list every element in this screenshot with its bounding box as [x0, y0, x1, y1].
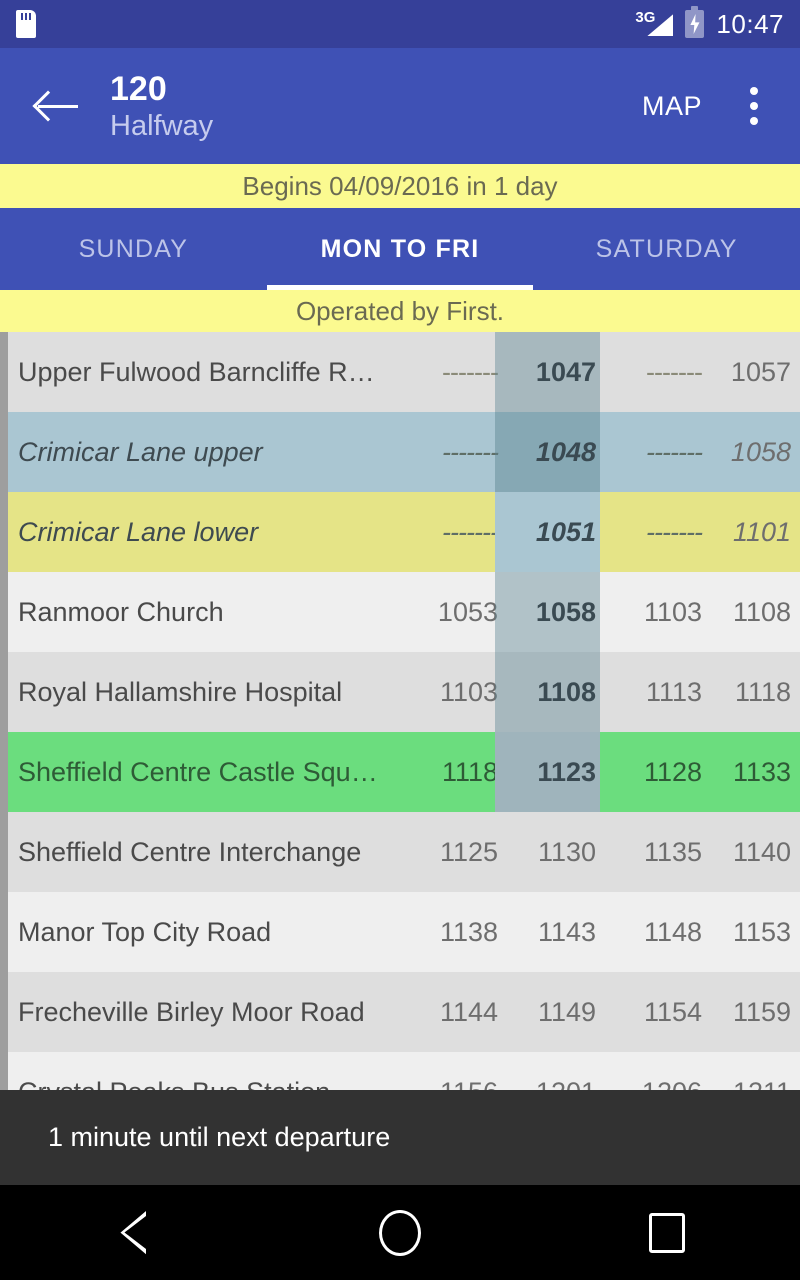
- stop-name: Frecheville Birley Moor Road: [18, 996, 365, 1027]
- departure-time-cell: 1058: [535, 596, 596, 627]
- stop-name: Manor Top City Road: [18, 916, 272, 947]
- sdcard-icon: [16, 10, 36, 38]
- route-number: 120: [110, 69, 167, 108]
- departure-time-cell: 1125: [439, 836, 498, 867]
- route-destination: Halfway: [110, 109, 214, 142]
- departure-time-cell: -------: [442, 436, 499, 467]
- departure-time-cell: 1159: [732, 996, 791, 1027]
- departure-time-cell: 1144: [439, 996, 498, 1027]
- departure-time-cell: 1149: [537, 996, 596, 1027]
- stop-name: Crimicar Lane lower: [18, 516, 259, 547]
- departure-time-cell: -------: [646, 436, 703, 467]
- table-row[interactable]: Upper Fulwood Barncliffe R… ------- 1047 --…: [0, 332, 800, 412]
- departure-time-cell: 1153: [732, 916, 791, 947]
- departure-time-cell: 1108: [732, 596, 791, 627]
- departure-time-cell: 1101: [732, 516, 791, 547]
- stop-name: Ranmoor Church: [18, 596, 224, 627]
- app-screen: 3G 10:47 120 Halfway MAP Begins 04/09/20…: [0, 0, 800, 1280]
- table-row[interactable]: Crimicar Lane lower ------- 1051 ------- 110…: [0, 492, 800, 572]
- status-bar-clock: 10:47: [716, 8, 784, 39]
- departure-time-cell: 1154: [643, 996, 702, 1027]
- android-nav-bar: [0, 1185, 800, 1280]
- departure-time-cell: 1123: [537, 756, 596, 787]
- departure-time-cell: 1133: [732, 756, 791, 787]
- stop-name: Crimicar Lane upper: [18, 436, 263, 467]
- departure-time-cell: 1051: [535, 516, 596, 547]
- tab-mon-to-fri[interactable]: MON TO FRI: [266, 208, 534, 290]
- timetable[interactable]: Upper Fulwood Barncliffe R… ------- 1047 --…: [0, 332, 800, 1100]
- departure-time-cell: 1135: [643, 836, 702, 867]
- table-row[interactable]: Frecheville Birley Moor Road 1144 1149 1154…: [0, 972, 800, 1052]
- table-row[interactable]: Crimicar Lane upper ------- 1048 ------- 105…: [0, 412, 800, 492]
- status-bar: 3G 10:47: [0, 0, 800, 48]
- overflow-menu-icon[interactable]: [726, 71, 782, 141]
- day-tabs: SUNDAY MON TO FRI SATURDAY: [0, 208, 800, 290]
- departure-time-cell: 1058: [730, 436, 791, 467]
- departure-time-cell: 1148: [643, 916, 702, 947]
- network-type-label: 3G: [635, 9, 656, 26]
- nav-home-icon[interactable]: [340, 1185, 460, 1280]
- app-bar-title-block: 120 Halfway: [110, 69, 213, 144]
- scroll-edge-indicator: [0, 332, 8, 1100]
- status-bar-left: [16, 10, 36, 38]
- departure-time-cell: 1118: [441, 756, 498, 787]
- departure-time-cell: -------: [646, 516, 703, 547]
- operator-banner: Operated by First.: [0, 290, 800, 332]
- departure-time-cell: 1057: [730, 356, 791, 387]
- departure-time-cell: -------: [442, 516, 499, 547]
- stop-name: Sheffield Centre Interchange: [18, 836, 362, 867]
- status-bar-right: 3G 10:47: [635, 6, 784, 40]
- departure-time-cell: 1108: [537, 676, 596, 707]
- service-begins-banner: Begins 04/09/2016 in 1 day: [0, 164, 800, 208]
- tab-saturday[interactable]: SATURDAY: [533, 208, 800, 290]
- departure-time-cell: 1047: [535, 356, 596, 387]
- snackbar-message: 1 minute until next departure: [48, 1122, 391, 1152]
- signal-bars-icon: 3G: [635, 10, 674, 38]
- departure-time-cell: 1118: [734, 676, 791, 707]
- table-row[interactable]: Sheffield Centre Interchange 1125 1130 1135…: [0, 812, 800, 892]
- map-button[interactable]: MAP: [632, 77, 712, 136]
- nav-back-icon[interactable]: [73, 1185, 193, 1280]
- stop-name: Royal Hallamshire Hospital: [18, 676, 343, 707]
- departure-time-cell: 1103: [439, 676, 498, 707]
- departure-time-cell: 1048: [535, 436, 596, 467]
- departure-time-cell: 1128: [643, 756, 702, 787]
- departure-time-cell: -------: [646, 356, 703, 387]
- departure-time-cell: 1138: [439, 916, 498, 947]
- departure-time-cell: 1130: [537, 836, 596, 867]
- table-row[interactable]: Ranmoor Church 1053 1058 1103 1108: [0, 572, 800, 652]
- table-row[interactable]: Sheffield Centre Castle Squ… 1118 1123 1128…: [0, 732, 800, 812]
- stop-name: Sheffield Centre Castle Squ…: [18, 756, 378, 787]
- departure-time-cell: 1053: [437, 596, 498, 627]
- back-arrow-icon[interactable]: [26, 74, 90, 138]
- battery-charging-icon: [685, 6, 705, 38]
- departure-time-cell: -------: [442, 356, 499, 387]
- nav-recents-icon[interactable]: [607, 1185, 727, 1280]
- snackbar: 1 minute until next departure: [0, 1090, 800, 1185]
- departure-time-cell: 1140: [732, 836, 791, 867]
- tab-sunday[interactable]: SUNDAY: [0, 208, 267, 290]
- departure-time-cell: 1103: [643, 596, 702, 627]
- stop-name: Upper Fulwood Barncliffe R…: [18, 356, 375, 387]
- app-bar: 120 Halfway MAP: [0, 48, 800, 164]
- departure-time-cell: 1113: [645, 676, 702, 707]
- table-row[interactable]: Royal Hallamshire Hospital 1103 1108 1113 11…: [0, 652, 800, 732]
- departure-time-cell: 1143: [537, 916, 596, 947]
- table-row[interactable]: Manor Top City Road 1138 1143 1148 1153: [0, 892, 800, 972]
